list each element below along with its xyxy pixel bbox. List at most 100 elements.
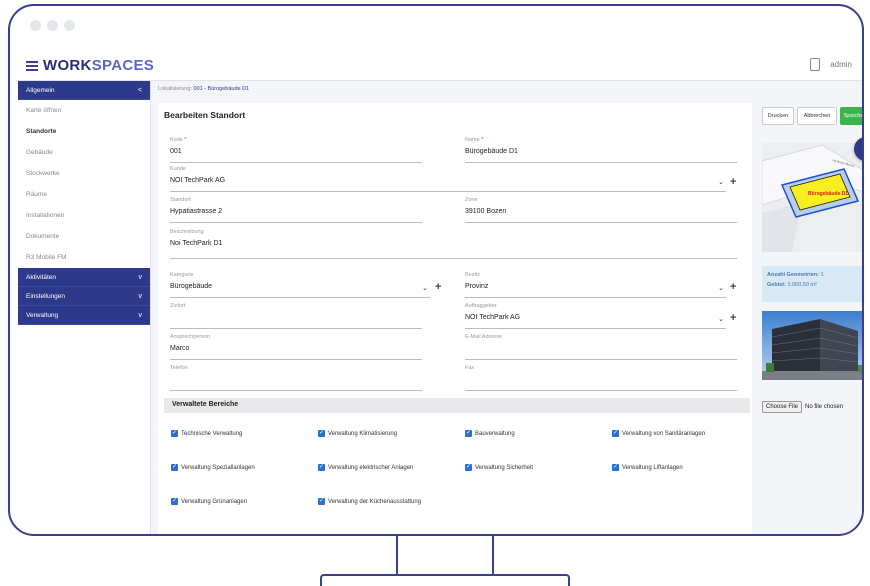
checkbox-elektrische-anlagen[interactable]: ✓ Verwaltung elektrischer Anlagen — [318, 464, 413, 471]
standort-value: Hypatiastrasse 2 — [170, 208, 223, 215]
sidebar-item-karte[interactable]: Karte öffnen — [18, 100, 150, 121]
beschreibung-value: Noi TechPark D1 — [170, 240, 223, 247]
sidebar-section-allgemein[interactable]: Allgemein < — [18, 81, 150, 100]
building-photo-svg — [762, 311, 862, 380]
checkbox-label: Verwaltung Sicherheit — [475, 464, 534, 471]
more-options-icon[interactable] — [862, 60, 864, 69]
sidebar-item-label: R3 Mobile FM — [26, 254, 67, 261]
checkmark-icon: ✓ — [318, 498, 325, 505]
kategorie-select[interactable]: Kategorie Bürogebäude ⌄ — [170, 272, 430, 298]
sidebar-item-stockwerke[interactable]: Stockwerke — [18, 163, 150, 184]
checkbox-kuechenausstattung[interactable]: ✓ Verwaltung der Küchenausstattung — [318, 498, 421, 505]
sidebar-item-standorte[interactable]: Standorte — [18, 121, 150, 142]
checkbox-gruenanlagen[interactable]: ✓ Verwaltung Grünanlagen — [171, 498, 247, 505]
sidebar-item-raeume[interactable]: Räume — [18, 184, 150, 205]
sidebar-group-label: Aktivitäten — [26, 273, 56, 281]
add-besitz-icon[interactable]: + — [730, 281, 736, 293]
checkbox-speziallanlagen[interactable]: ✓ Verwaltung Speziallanlagen — [171, 464, 255, 471]
beschreibung-field[interactable]: Beschreibung Noi TechPark D1 — [170, 229, 737, 259]
geometry-info: Anzahl Geometrien: 1 Gebiet: 3.050,50 m² — [762, 266, 862, 302]
checkbox-label: Verwaltung der Küchenausstattung — [328, 498, 422, 505]
add-kunde-icon[interactable]: + — [730, 176, 736, 188]
checkbox-label: Verwaltung elektrischer Anlagen — [328, 464, 414, 471]
breadcrumb-link[interactable]: 001 - Bürogebäude D1 — [193, 86, 249, 92]
chevron-down-icon: ⌄ — [718, 179, 724, 186]
name-label: Name * — [465, 137, 483, 143]
print-button[interactable]: Drucken — [762, 107, 794, 125]
checkbox-label: Verwaltung Liftanlagen — [622, 464, 683, 471]
kunde-value: NOI TechPark AG — [170, 177, 226, 184]
checkmark-icon: ✓ — [171, 430, 178, 437]
fax-field[interactable]: Fax — [465, 365, 737, 391]
checkmark-icon: ✓ — [318, 464, 325, 471]
ansprechperson-value: Marco — [170, 345, 190, 352]
name-field[interactable]: Name * Bürogebäude D1 — [465, 137, 737, 163]
sidebar-item-installationen[interactable]: Installationen — [18, 205, 150, 226]
geometry-count-value: 1 — [820, 272, 824, 278]
kode-label-text: Kode — [170, 137, 183, 143]
checkbox-sicherheit[interactable]: ✓ Verwaltung Sicherheit — [465, 464, 533, 471]
sidebar-item-label: Gebäude — [26, 149, 53, 156]
sidebar-item-label: Dokumente — [26, 233, 60, 240]
required-marker: * — [481, 137, 484, 143]
fax-label: Fax — [465, 365, 475, 371]
sidebar-item-label: Standorte — [26, 128, 57, 135]
checkbox-label: Verwaltung von Sanitäranlagen — [622, 430, 706, 437]
kategorie-label: Kategorie — [170, 272, 194, 278]
telefon-field[interactable]: Telefon — [170, 365, 422, 391]
sidebar-group-aktivitaeten[interactable]: Aktivitäten v — [18, 268, 150, 287]
chevron-down-icon: v — [138, 311, 143, 319]
sidebar-group-label: Einstellungen — [26, 292, 66, 300]
map-building-label: Bürogebäude D1 — [808, 191, 848, 197]
window-dot-icon[interactable] — [64, 20, 75, 31]
sidebar-group-einstellungen[interactable]: Einstellungen v — [18, 287, 150, 306]
zone-value: 39100 Bozen — [465, 208, 507, 215]
standort-field[interactable]: Standort Hypatiastrasse 2 — [170, 197, 422, 223]
auftraggeber-value: NOI TechPark AG — [465, 314, 521, 321]
sidebar-item-r3-mobile[interactable]: R3 Mobile FM — [18, 247, 150, 268]
zone-field[interactable]: Zone 39100 Bozen — [465, 197, 737, 223]
sidebar-item-gebaeude[interactable]: Gebäude — [18, 142, 150, 163]
checkbox-klimatisierung[interactable]: ✓ Verwaltung Klimatisierung — [318, 430, 397, 437]
zielort-label: Zielort — [170, 303, 186, 309]
kunde-label: Kunde — [170, 166, 186, 172]
area-value: 3.050,50 m² — [787, 282, 817, 288]
user-icon[interactable] — [810, 58, 821, 71]
section-header-verwaltete-bereiche: Verwaltete Bereiche — [164, 398, 750, 413]
checkbox-technische-verwaltung[interactable]: ✓ Technische Verwaltung — [171, 430, 242, 437]
file-status: No file chosen — [805, 404, 844, 410]
sidebar-item-dokumente[interactable]: Dokumente — [18, 226, 150, 247]
map-svg: Bürogebäude D1 Via Bruno Buozzi — [762, 143, 862, 252]
email-field[interactable]: E-Mail Adresse — [465, 334, 737, 360]
checkbox-liftanlagen[interactable]: ✓ Verwaltung Liftanlagen — [612, 464, 683, 471]
cancel-button[interactable]: Abbrechen — [797, 107, 837, 125]
window-dot-icon[interactable] — [47, 20, 58, 31]
window-controls — [30, 20, 75, 31]
add-kategorie-icon[interactable]: + — [435, 281, 441, 293]
checkbox-sanitaeranlagen[interactable]: ✓ Verwaltung von Sanitäranlagen — [612, 430, 705, 437]
besitz-select[interactable]: Besitz Provinz ⌄ — [465, 272, 726, 298]
kunde-select[interactable]: Kunde NOI TechPark AG ⌄ — [170, 166, 726, 192]
chevron-down-icon: ⌄ — [718, 285, 724, 292]
checkbox-bauverwaltung[interactable]: ✓ Bauverwaltung — [465, 430, 515, 437]
form-card: Bearbeiten Standort Kode * 001 Name * Bü… — [158, 103, 752, 534]
auftraggeber-select[interactable]: Auftraggeber NOI TechPark AG ⌄ — [465, 303, 726, 329]
kategorie-value: Bürogebäude — [170, 283, 213, 290]
user-name[interactable]: admin — [830, 60, 852, 69]
kode-field[interactable]: Kode * 001 — [170, 137, 422, 163]
choose-file-button[interactable]: Choose File — [762, 401, 803, 413]
location-map[interactable]: Bürogebäude D1 Via Bruno Buozzi — [762, 143, 862, 252]
hamburger-menu-icon[interactable] — [26, 60, 38, 71]
email-label: E-Mail Adresse — [465, 334, 502, 340]
chevron-down-icon: v — [138, 273, 143, 281]
sidebar-group-verwaltung[interactable]: Verwaltung v — [18, 306, 150, 325]
name-label-text: Name — [465, 137, 480, 143]
zielort-field[interactable]: Zielort — [170, 303, 422, 329]
add-auftraggeber-icon[interactable]: + — [730, 312, 736, 324]
ansprechperson-field[interactable]: Ansprechperson Marco — [170, 334, 422, 360]
sidebar-item-label: Stockwerke — [26, 170, 60, 177]
window-dot-icon[interactable] — [30, 20, 41, 31]
monitor-stand-neck — [396, 536, 494, 576]
save-button[interactable]: Speichern — [840, 107, 862, 125]
breadcrumb: Lokalisierung: 001 - Bürogebäude D1 — [158, 86, 249, 92]
